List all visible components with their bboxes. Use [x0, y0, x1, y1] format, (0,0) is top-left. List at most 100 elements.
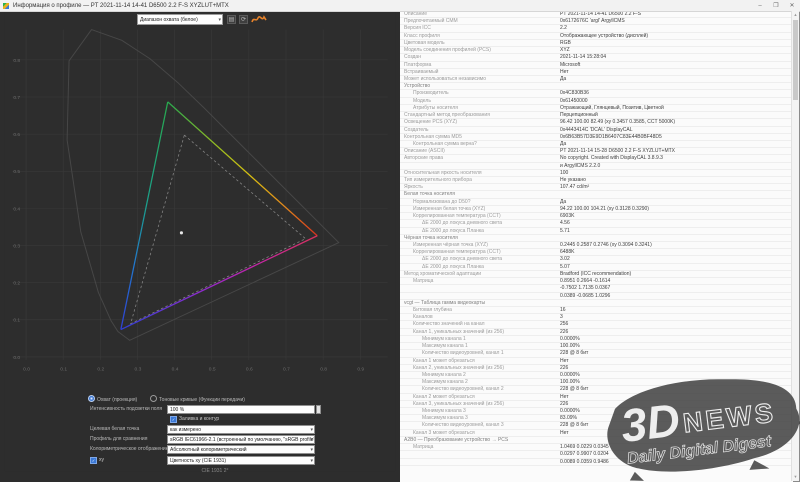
info-label: Измеренная белая точка (XYZ) — [413, 206, 485, 213]
info-label: Создан — [404, 54, 421, 61]
info-value: 83.09% — [560, 415, 577, 422]
info-row: ПлатформаMicrosoft — [400, 62, 793, 69]
info-label: Атрибуты носителя — [413, 105, 458, 112]
info-row: Минимум канала 30.0000% — [400, 408, 793, 415]
info-label: Создатель — [404, 127, 428, 134]
info-row: Канал 3, уникальных значений (из 256)226 — [400, 401, 793, 408]
scroll-down-arrow[interactable]: ▼ — [792, 473, 799, 481]
maximize-button[interactable]: ❐ — [768, 1, 784, 11]
opacity-input[interactable]: 100 % — [167, 405, 315, 414]
info-value: 6903K — [560, 213, 574, 220]
info-value: Нет — [560, 430, 569, 437]
info-value: 0.8951 0.2664 -0.1614 — [560, 278, 610, 285]
info-value: 0.0389 -0.0685 1.0296 — [560, 293, 610, 300]
comparison-profile-select[interactable]: sRGB IEC61966-2.1 (встроенный по умолчан… — [167, 435, 315, 444]
info-row: Метод хроматической адаптацииBradford (I… — [400, 271, 793, 278]
info-row: ΔE 2000 до локуса дневного света4.56 — [400, 220, 793, 227]
info-label: Количество видеоуровней, канал 1 — [422, 350, 504, 357]
info-value: Да — [560, 199, 566, 206]
x-tick-label: 0.6 — [246, 367, 253, 373]
y-tick-label: 0.3 — [13, 243, 20, 249]
info-value: 228 @ 8 бит — [560, 386, 588, 393]
info-label: Измеренная чёрная точка (XYZ) — [413, 242, 488, 249]
opacity-spinner[interactable] — [316, 405, 321, 414]
info-row: Создан2021-11-14 15:28:04 — [400, 54, 793, 61]
info-row: Канал 3 может обрезатьсяНет — [400, 430, 793, 437]
xy-checkbox[interactable]: ✓xy — [90, 457, 104, 464]
info-row: ВстраиваемыйНет — [400, 69, 793, 76]
info-label: Тип измерительного прибора — [404, 177, 472, 184]
minimize-button[interactable]: – — [752, 1, 768, 11]
refresh-button[interactable]: ⟳ — [239, 15, 248, 24]
save-button[interactable]: ▤ — [227, 15, 236, 24]
info-row: Канал 1, уникальных значений (из 256)226 — [400, 329, 793, 336]
info-label: Яркость — [404, 184, 423, 191]
info-label: Модель соединения профилей (PCS) — [404, 47, 491, 54]
info-label: Встраиваемый — [404, 69, 438, 76]
info-value: 0x6B63B57D3E9D1B6407C83E44B0BF48D5 — [560, 134, 662, 141]
info-value: 16 — [560, 307, 566, 314]
whitepoint-select[interactable]: как измерено — [167, 425, 315, 434]
info-row: 0.0389 -0.0685 1.0296 — [400, 293, 793, 300]
info-label: Производитель — [413, 90, 449, 97]
info-label: ΔE 2000 до локуса Планка — [422, 228, 484, 235]
info-value: 100 — [560, 170, 568, 177]
y-tick-label: 0.1 — [13, 318, 20, 324]
info-row: Канал 1 может обрезатьсяНет — [400, 358, 793, 365]
fill-outline-checkbox[interactable]: ✓Заливка и контур — [170, 416, 219, 423]
y-tick-label: 0.5 — [13, 169, 20, 175]
scroll-up-arrow[interactable]: ▲ — [792, 11, 799, 19]
info-value: 94.22 100.00 104.21 (xy 0.3128 0.3290) — [560, 206, 649, 213]
info-row: Стандартный метод преобразованияПерцепци… — [400, 112, 793, 119]
gamut-range-combobox[interactable]: Диапазон охвата (белое) — [137, 14, 223, 25]
info-value: No copyright. Created with DisplayCAL 3.… — [560, 155, 663, 162]
vertical-scrollbar[interactable]: ▲ ▼ — [791, 11, 799, 481]
info-value: 107.47 cd/m² — [560, 184, 589, 191]
info-label: Класс профиля — [404, 33, 440, 40]
info-row: Битовая глубина16 — [400, 307, 793, 314]
colorspace-select[interactable]: Цветность xy (CIE 1931) — [167, 456, 315, 465]
comparison-profile-label: Профиль для сравнения — [90, 436, 147, 442]
info-value: Не указано — [560, 177, 586, 184]
info-value: Да — [560, 76, 566, 83]
close-button[interactable]: ✕ — [784, 1, 800, 11]
info-row: Класс профиля Отображающее устройство (ди… — [400, 33, 793, 40]
scrollbar-thumb[interactable] — [793, 20, 798, 100]
info-value: Да — [560, 141, 566, 148]
info-value: 96.42 100.00 82.49 (xy 0.3457 0.3585, CC… — [560, 119, 675, 126]
radio-curves[interactable]: Тоновые кривые (Функции передачи) — [150, 395, 245, 403]
info-label: Матрица — [413, 278, 433, 285]
info-row: Производитель0x4C830B36 — [400, 90, 793, 97]
info-label: Освещение PCS (XYZ) — [404, 119, 457, 126]
y-tick-label: 0.7 — [13, 95, 20, 101]
x-tick-label: 0.1 — [60, 367, 67, 373]
info-value: 0.0000% — [560, 336, 580, 343]
info-row: Предпочитаемый CMM0x6172676C 'argl' Argy… — [400, 18, 793, 25]
checkbox-icon: ✓ — [90, 457, 97, 464]
info-label: Минимум канала 2 — [422, 372, 466, 379]
info-value: Отображающее устройство (дисплей) — [560, 33, 648, 40]
info-row: ОписаниеPT 2021-11-14 14-41 D6500 2.2 F-… — [400, 11, 793, 18]
radio-gamut[interactable]: Охват (проекция) — [88, 395, 137, 403]
info-section-row: A2B0 — Преобразование устройство → PCS — [400, 437, 793, 444]
info-label: Может использоваться независимо — [404, 76, 486, 83]
info-row: Контрольная сумма верна?Да — [400, 141, 793, 148]
info-row: Минимум канала 10.0000% — [400, 336, 793, 343]
y-tick-label: 0.8 — [13, 58, 20, 64]
y-tick-label: 0.2 — [13, 281, 20, 287]
info-label: Коррелированная температура (CCT) — [413, 249, 501, 256]
info-row: Матрица1.0469 0.0229 0.0345 — [400, 444, 793, 451]
y-tick-label: 0.0 — [13, 355, 20, 361]
rendering-intent-select[interactable]: Абсолютный колориметрический — [167, 445, 315, 454]
info-row: Цветовая модельRGB — [400, 40, 793, 47]
x-tick-label: 0.4 — [172, 367, 179, 373]
info-section-row: vcgt — Таблица гамма видеокарты — [400, 300, 793, 307]
whitepoint-marker — [180, 231, 183, 234]
y-tick-label: 0.4 — [13, 206, 20, 212]
info-row: Модель соединения профилей (PCS)XYZ — [400, 47, 793, 54]
info-row: Относительная яркость носителя100 — [400, 170, 793, 177]
radio-dot — [150, 395, 157, 402]
info-value: 0.0000% — [560, 408, 580, 415]
info-row: Количество видеоуровней, канал 2228 @ 8 … — [400, 386, 793, 393]
y-tick-label: 0.6 — [13, 132, 20, 138]
